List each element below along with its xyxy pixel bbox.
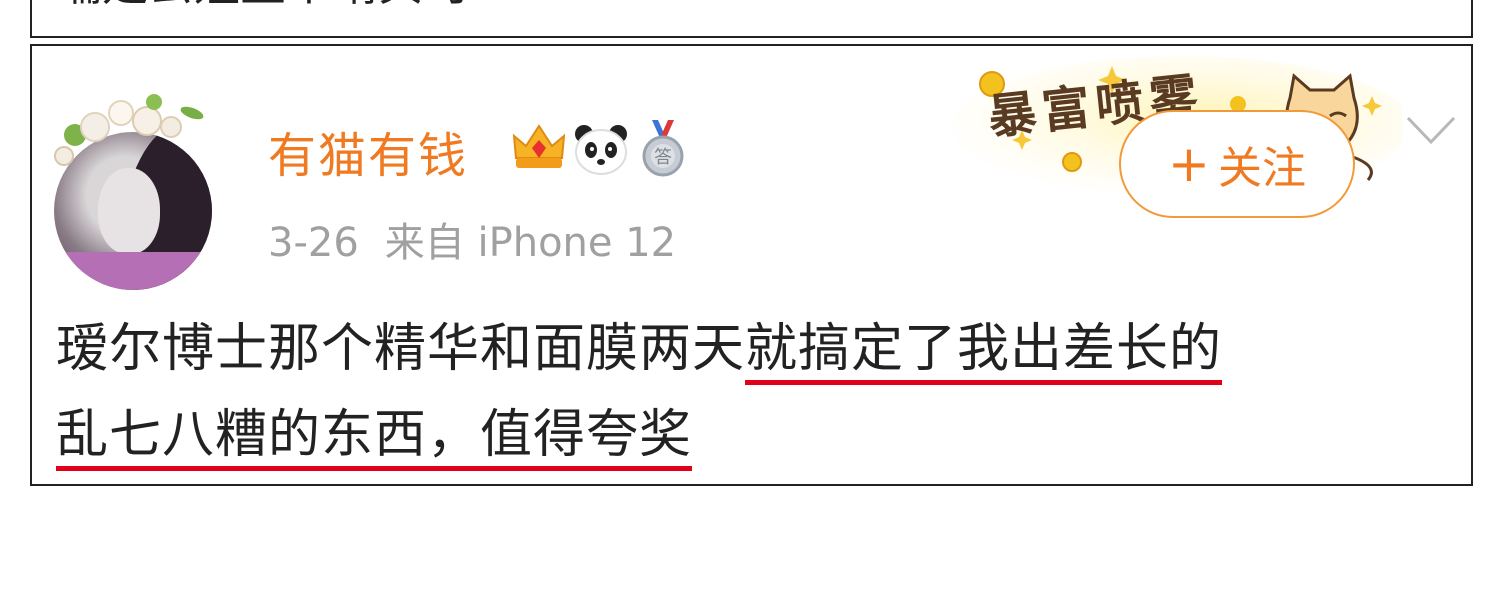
highlighted-text: 乱七八糟的东西，值得夸奖 (56, 405, 693, 465)
username-link[interactable]: 有猫有钱 (268, 116, 468, 186)
highlighted-text: 就搞定了我出差长的 (745, 319, 1223, 379)
chevron-down-icon[interactable] (1404, 112, 1458, 148)
post-date: 3-26 (268, 220, 359, 266)
post-card: 有猫有钱 答 3-26 来自 iPhone 12 暴富喷雾 + 关注 瑷尔博士那… (30, 44, 1473, 486)
previous-post-text: 喘是去媪里个晴贝时 (56, 0, 470, 14)
post-content: 瑷尔博士那个精华和面膜两天就搞定了我出差长的 乱七八糟的东西，值得夸奖 (56, 306, 1436, 478)
crown-icon[interactable] (510, 118, 568, 178)
post-source: 来自 iPhone 12 (384, 220, 677, 266)
svg-text:答: 答 (654, 147, 672, 168)
flower-wreath-icon (50, 94, 210, 174)
panda-icon[interactable] (572, 118, 630, 178)
medal-icon[interactable]: 答 (634, 118, 692, 178)
plus-icon: + (1168, 135, 1210, 193)
follow-button-label: 关注 (1217, 143, 1306, 194)
previous-post-card: 喘是去媪里个晴贝时 (30, 0, 1473, 38)
follow-button[interactable]: + 关注 (1119, 110, 1355, 218)
post-meta: 3-26 来自 iPhone 12 (268, 210, 676, 268)
avatar-button[interactable] (50, 74, 220, 290)
content-text: 瑷尔博士那个精华和面膜两天 (56, 319, 746, 379)
